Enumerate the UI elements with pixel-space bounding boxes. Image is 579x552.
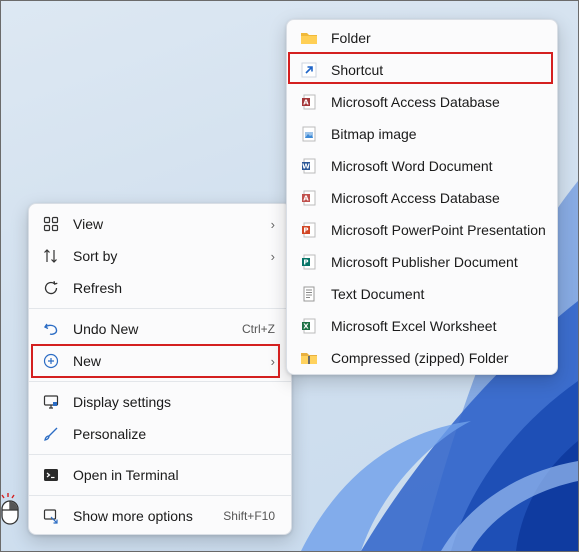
submenu-item-bitmap-image[interactable]: Bitmap image [291, 119, 553, 149]
svg-text:A: A [303, 99, 309, 107]
desktop-context-menu: View › Sort by › Refresh Undo New Ctrl+Z [28, 203, 292, 535]
new-submenu: Folder Shortcut A Microsoft Access Datab… [286, 19, 558, 375]
text-document-icon [299, 284, 319, 304]
submenu-item-label: Microsoft Excel Worksheet [331, 318, 497, 334]
submenu-item-label: Microsoft Publisher Document [331, 254, 518, 270]
shortcut-text: Shift+F10 [223, 509, 275, 523]
grid-icon [41, 214, 61, 234]
submenu-item-compressed-folder[interactable]: Compressed (zipped) Folder [291, 343, 553, 373]
submenu-item-label: Bitmap image [331, 126, 417, 142]
brush-icon [41, 424, 61, 444]
svg-text:P: P [303, 227, 308, 235]
menu-item-open-in-terminal[interactable]: Open in Terminal [33, 460, 287, 490]
submenu-item-label: Microsoft Access Database [331, 190, 500, 206]
submenu-item-folder[interactable]: Folder [291, 23, 553, 53]
powerpoint-icon: P [299, 220, 319, 240]
plus-circle-icon [41, 351, 61, 371]
submenu-item-label: Compressed (zipped) Folder [331, 350, 509, 366]
menu-item-personalize[interactable]: Personalize [33, 419, 287, 449]
shortcut-text: Ctrl+Z [242, 322, 275, 336]
menu-item-display-settings[interactable]: Display settings [33, 387, 287, 417]
submenu-item-shortcut[interactable]: Shortcut [291, 55, 553, 85]
menu-item-label: Sort by [73, 248, 118, 264]
menu-item-view[interactable]: View › [33, 209, 287, 239]
excel-icon: X [299, 316, 319, 336]
menu-item-label: Refresh [73, 280, 123, 296]
menu-item-label: Personalize [73, 426, 147, 442]
submenu-item-access-database-2[interactable]: A Microsoft Access Database [291, 183, 553, 213]
access-icon: A [299, 188, 319, 208]
submenu-item-label: Text Document [331, 286, 425, 302]
publisher-icon: P [299, 252, 319, 272]
menu-item-new[interactable]: New › [33, 346, 287, 376]
bitmap-icon [299, 124, 319, 144]
menu-item-refresh[interactable]: Refresh [33, 273, 287, 303]
submenu-item-label: Microsoft Access Database [331, 94, 500, 110]
submenu-item-label: Microsoft PowerPoint Presentation [331, 222, 546, 238]
submenu-item-publisher-document[interactable]: P Microsoft Publisher Document [291, 247, 553, 277]
folder-icon [299, 28, 319, 48]
zip-folder-icon [299, 348, 319, 368]
submenu-item-excel-worksheet[interactable]: X Microsoft Excel Worksheet [291, 311, 553, 341]
refresh-icon [41, 278, 61, 298]
submenu-item-label: Microsoft Word Document [331, 158, 493, 174]
chevron-right-icon: › [270, 353, 275, 369]
access-icon: A [299, 92, 319, 112]
menu-item-label: Show more options [73, 508, 193, 524]
submenu-item-access-database[interactable]: A Microsoft Access Database [291, 87, 553, 117]
sort-icon [41, 246, 61, 266]
menu-separator [29, 308, 291, 309]
menu-item-undo-new[interactable]: Undo New Ctrl+Z [33, 314, 287, 344]
menu-item-label: Undo New [73, 321, 139, 337]
undo-icon [41, 319, 61, 339]
chevron-right-icon: › [270, 248, 275, 264]
menu-item-sort-by[interactable]: Sort by › [33, 241, 287, 271]
chevron-right-icon: › [270, 216, 275, 232]
svg-text:P: P [303, 259, 308, 267]
svg-text:X: X [303, 323, 309, 331]
shortcut-icon [299, 60, 319, 80]
menu-item-label: Open in Terminal [73, 467, 179, 483]
display-icon [41, 392, 61, 412]
submenu-item-label: Folder [331, 30, 371, 46]
menu-item-show-more-options[interactable]: Show more options Shift+F10 [33, 501, 287, 531]
word-icon: W [299, 156, 319, 176]
submenu-item-powerpoint-presentation[interactable]: P Microsoft PowerPoint Presentation [291, 215, 553, 245]
menu-item-label: View [73, 216, 104, 232]
submenu-item-text-document[interactable]: Text Document [291, 279, 553, 309]
more-options-icon [41, 506, 61, 526]
submenu-item-word-document[interactable]: W Microsoft Word Document [291, 151, 553, 181]
menu-separator [29, 381, 291, 382]
submenu-item-label: Shortcut [331, 62, 384, 78]
svg-text:W: W [302, 163, 310, 171]
mouse-right-click-icon [0, 492, 22, 529]
menu-item-label: Display settings [73, 394, 172, 410]
menu-item-label: New [73, 353, 102, 369]
menu-separator [29, 495, 291, 496]
svg-text:A: A [303, 195, 309, 203]
terminal-icon [41, 465, 61, 485]
menu-separator [29, 454, 291, 455]
